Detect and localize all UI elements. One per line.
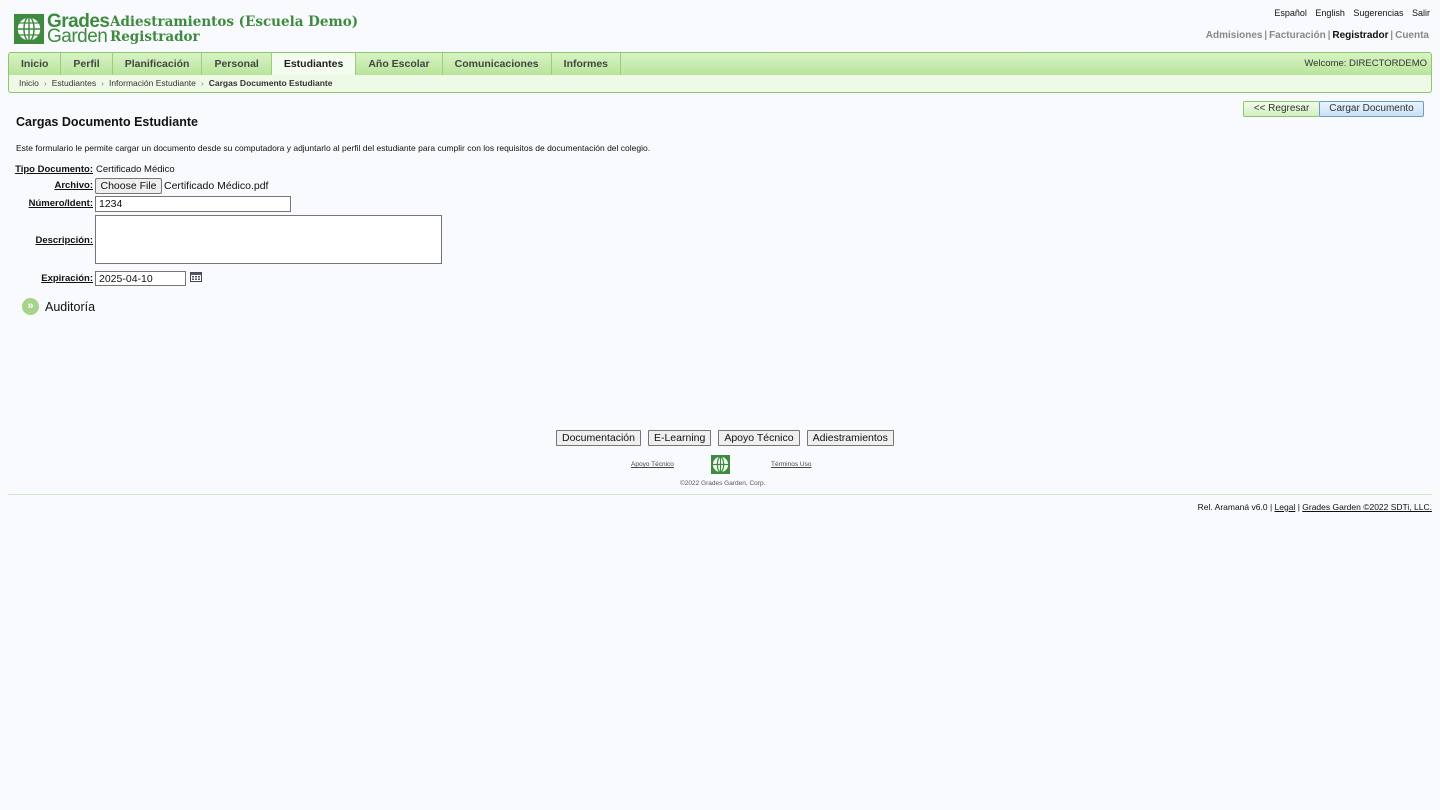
- expiration-date-input[interactable]: 2025-04-10: [95, 271, 186, 286]
- back-button[interactable]: << Regresar: [1243, 101, 1320, 117]
- tab-inicio[interactable]: Inicio: [9, 53, 62, 75]
- upload-document-button[interactable]: Cargar Documento: [1319, 101, 1424, 117]
- grades-garden-logo[interactable]: Grades Garden: [14, 12, 110, 47]
- expiration-label: Expiración:: [41, 273, 93, 284]
- logo-line2: Garden: [47, 26, 108, 47]
- company-link[interactable]: Grades Garden ©2022 SDTi, LLC.: [1302, 502, 1432, 512]
- audit-toggle[interactable]: » Auditoría: [22, 298, 95, 315]
- breadcrumb-current: Cargas Documento Estudiante: [208, 78, 333, 88]
- description-textarea[interactable]: [95, 215, 442, 264]
- footer-link-support[interactable]: Apoyo Técnico: [631, 461, 674, 468]
- apoyo-tecnico-button[interactable]: Apoyo Técnico: [718, 430, 800, 446]
- tab-estudiantes[interactable]: Estudiantes: [271, 53, 357, 76]
- top-links: Español English Sugerencias Salir: [1268, 8, 1430, 18]
- breadcrumb-estudiantes[interactable]: Estudiantes: [52, 78, 96, 88]
- page-intro: Este formulario le permite cargar un doc…: [16, 143, 651, 153]
- module-admisiones[interactable]: Admisiones: [1206, 30, 1263, 41]
- chevron-right-icon: ›: [101, 78, 104, 88]
- release-info: Rel. Aramaná v6.0 | Legal | Grades Garde…: [1197, 502, 1432, 512]
- file-label: Archivo:: [54, 180, 93, 191]
- tab-planificacion[interactable]: Planificación: [113, 53, 203, 75]
- link-sugerencias[interactable]: Sugerencias: [1353, 8, 1403, 18]
- audit-label: Auditoría: [45, 299, 96, 314]
- adiestramientos-button[interactable]: Adiestramientos: [806, 430, 894, 446]
- page-title: Cargas Documento Estudiante: [16, 115, 198, 129]
- tab-perfil[interactable]: Perfil: [61, 53, 113, 75]
- legal-link[interactable]: Legal: [1275, 502, 1296, 512]
- breadcrumb: Inicio › Estudiantes › Información Estudiant…: [8, 75, 1432, 93]
- module-switcher: Admisiones | Facturación | Registrador | Cuent…: [1205, 30, 1429, 41]
- globe-logo-icon: [14, 14, 44, 44]
- link-salir[interactable]: Salir: [1412, 8, 1430, 18]
- tab-comunicaciones[interactable]: Comunicaciones: [443, 53, 552, 75]
- doc-type-value: Certificado Médico: [96, 164, 175, 175]
- module-cuenta[interactable]: Cuenta: [1395, 30, 1429, 41]
- module-facturacion[interactable]: Facturación: [1269, 30, 1326, 41]
- chevron-right-icon: ›: [43, 78, 47, 88]
- school-header: Adiestramientos (Escuela Demo) Registrad…: [110, 15, 358, 45]
- globe-logo-icon: [711, 455, 730, 474]
- footer-buttons: Documentación E-Learning Apoyo Técnico A…: [556, 430, 901, 446]
- chevron-right-icon: ›: [200, 78, 204, 88]
- release-version: Rel. Aramaná v6.0: [1197, 502, 1268, 512]
- footer-link-terms[interactable]: Términos Uso: [771, 461, 811, 468]
- breadcrumb-inicio[interactable]: Inicio: [19, 78, 39, 88]
- elearning-button[interactable]: E-Learning: [647, 430, 712, 446]
- school-name: Adiestramientos (Escuela Demo): [110, 14, 359, 30]
- footer-divider: [8, 494, 1432, 495]
- calendar-icon[interactable]: [190, 271, 202, 282]
- doc-type-label: Tipo Documento:: [15, 164, 93, 175]
- tab-ano-escolar[interactable]: Año Escolar: [356, 53, 443, 75]
- link-english[interactable]: English: [1315, 8, 1345, 18]
- footer-copyright: ©2022 Grades Garden, Corp.: [680, 480, 766, 487]
- module-registrador[interactable]: Registrador: [1332, 30, 1388, 41]
- double-chevron-right-icon: »: [22, 298, 39, 315]
- number-input[interactable]: 1234: [95, 196, 291, 212]
- selected-file-name: Certificado Médico.pdf: [164, 180, 269, 192]
- tab-personal[interactable]: Personal: [202, 53, 272, 75]
- link-espanol[interactable]: Español: [1274, 8, 1307, 18]
- main-nav: Inicio Perfil Planificación Personal Est…: [8, 52, 1432, 76]
- module-name: Registrador: [110, 29, 200, 45]
- welcome-text: Welcome: DIRECTORDEMO: [1304, 58, 1427, 69]
- breadcrumb-informacion-estudiante[interactable]: Información Estudiante: [109, 78, 196, 88]
- description-label: Descripción:: [35, 235, 93, 246]
- number-label: Número/Ident:: [28, 198, 93, 209]
- choose-file-button[interactable]: Choose File: [95, 178, 162, 194]
- documentacion-button[interactable]: Documentación: [556, 430, 641, 446]
- tab-informes[interactable]: Informes: [552, 53, 621, 75]
